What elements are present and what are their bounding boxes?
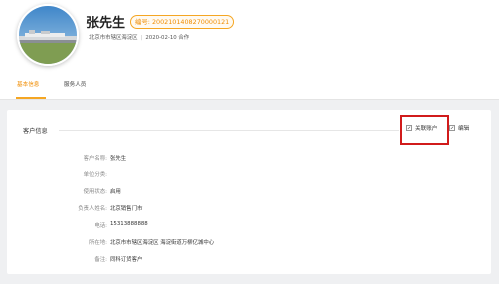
link-account-button[interactable]: 关联账户 xyxy=(406,124,437,132)
tab-basic-info[interactable]: 基本信息 xyxy=(17,80,39,88)
link-account-label: 关联账户 xyxy=(415,126,438,132)
field-label: 单位分类: xyxy=(83,172,107,178)
field-value: 张先生 xyxy=(110,156,127,162)
section-divider xyxy=(59,130,399,131)
customer-code-badge: 编号: 2002101408270000121 xyxy=(130,15,235,29)
tab-service-staff[interactable]: 服务人员 xyxy=(64,80,86,88)
field-row-unit-category: 单位分类: xyxy=(7,170,491,180)
edit-button[interactable]: 编辑 xyxy=(449,124,469,132)
customer-name: 张先生 xyxy=(86,16,126,31)
edit-label: 编辑 xyxy=(458,126,470,132)
avatar xyxy=(17,4,79,66)
field-label: 电话: xyxy=(94,223,107,229)
edit-square-icon xyxy=(406,125,412,131)
field-label: 使用状态: xyxy=(83,189,107,195)
field-label: 客户名称: xyxy=(83,156,107,162)
field-value: 同科订货客户 xyxy=(110,257,143,263)
field-value: 北京销售门市 xyxy=(110,206,143,212)
divider: | xyxy=(140,35,143,41)
field-row-remark: 备注: 同科订货客户 xyxy=(7,255,491,265)
field-row-status: 使用状态: 启用 xyxy=(7,187,491,197)
edit-square-icon xyxy=(449,125,455,131)
field-value: 启用 xyxy=(110,189,121,195)
section-title: 客户信息 xyxy=(23,128,48,135)
customer-info-card: 客户信息 关联账户 编辑 客户名称: 张先生 单位分类: 使用状态: 启用 负责… xyxy=(7,110,491,274)
field-row-address: 所在地: 北京市市辖区海淀区 海淀街道万柳亿城中心 xyxy=(7,238,491,248)
customer-subline: 北京市市辖区海淀区 | 2020-02-10 合作 xyxy=(89,33,189,41)
field-label: 备注: xyxy=(94,257,107,263)
field-value: 15313888888 xyxy=(110,221,148,227)
tabs-divider xyxy=(0,99,499,100)
field-row-owner-name: 负责人姓名: 北京销售门市 xyxy=(7,204,491,214)
field-label: 负责人姓名: xyxy=(78,206,107,212)
field-row-phone: 电话: 15313888888 xyxy=(7,221,491,231)
cooperation-date: 2020-02-10 合作 xyxy=(145,35,190,41)
customer-location: 北京市市辖区海淀区 xyxy=(89,35,138,41)
profile-header: 张先生 编号: 2002101408270000121 北京市市辖区海淀区 | 20… xyxy=(0,0,499,100)
field-label: 所在地: xyxy=(89,240,107,246)
field-value: 北京市市辖区海淀区 海淀街道万柳亿城中心 xyxy=(110,240,215,246)
avatar-image xyxy=(19,6,77,64)
field-row-customer-name: 客户名称: 张先生 xyxy=(7,154,491,164)
